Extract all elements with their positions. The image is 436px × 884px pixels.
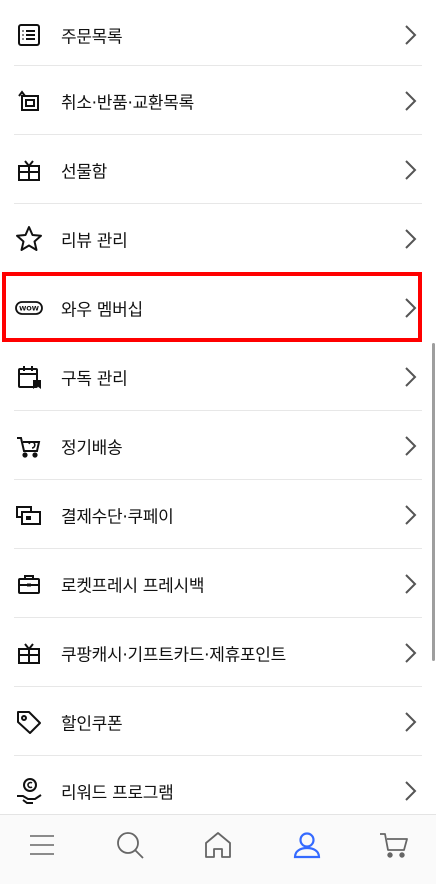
menu-item-fresh-bag[interactable]: 로켓프레시 프레시백: [0, 549, 436, 618]
menu-item-label: 리뷰 관리: [61, 231, 128, 251]
chevron-right-icon: [400, 365, 420, 389]
menu-item-label: 할인쿠폰: [61, 714, 123, 734]
chevron-right-icon: [400, 572, 420, 596]
fresh-bag-icon: [14, 569, 44, 599]
menu-item-label: 로켓프레시 프레시백: [61, 576, 205, 596]
profile-icon: [293, 832, 321, 859]
menu-item-label: 취소·반품·교환목록: [61, 93, 194, 113]
menu-item-review[interactable]: 리뷰 관리: [0, 204, 436, 273]
recurring-cart-icon: [14, 431, 44, 461]
menu-item-order-list[interactable]: 주문목록: [0, 0, 436, 69]
menu-item-label: 구독 관리: [61, 369, 128, 389]
menu-item-cancel-return[interactable]: 취소·반품·교환목록: [0, 66, 436, 135]
coupon-tag-icon: [14, 707, 44, 737]
chevron-right-icon: [400, 158, 420, 182]
menu-item-recurring-delivery[interactable]: 정기배송: [0, 411, 436, 480]
nav-search-button[interactable]: [113, 828, 147, 862]
menu-item-cash-giftcard[interactable]: 쿠팡캐시·기프트카드·제휴포인트: [0, 618, 436, 687]
payment-card-icon: [14, 500, 44, 530]
chevron-right-icon: [400, 779, 420, 803]
menu-item-subscription[interactable]: 구독 관리: [0, 342, 436, 411]
menu-item-label: 리워드 프로그램: [61, 783, 174, 803]
menu-item-label: 쿠팡캐시·기프트카드·제휴포인트: [61, 645, 286, 665]
chevron-right-icon: [400, 710, 420, 734]
chevron-right-icon: [400, 89, 420, 113]
nav-home-button[interactable]: [201, 828, 235, 862]
menu-item-label: 결제수단·쿠페이: [61, 507, 174, 527]
menu-item-payment[interactable]: 결제수단·쿠페이: [0, 480, 436, 549]
bottom-nav: [0, 814, 436, 884]
scrollbar[interactable]: [432, 343, 435, 661]
menu-icon: [30, 835, 54, 855]
gift-card-icon: [14, 638, 44, 668]
nav-menu-button[interactable]: [25, 828, 59, 862]
chevron-right-icon: [400, 503, 420, 527]
search-icon: [117, 832, 144, 859]
order-list-icon: [14, 20, 44, 50]
nav-profile-button[interactable]: [290, 828, 324, 862]
chevron-right-icon: [400, 641, 420, 665]
nav-cart-button[interactable]: [377, 828, 411, 862]
menu-item-label: 선물함: [61, 162, 108, 182]
menu-item-gift-box[interactable]: 선물함: [0, 135, 436, 204]
menu-item-coupon[interactable]: 할인쿠폰: [0, 687, 436, 756]
chevron-right-icon: [400, 227, 420, 251]
menu-item-label: 주문목록: [61, 27, 123, 47]
menu-item-label: 정기배송: [61, 438, 123, 458]
cart-icon: [380, 833, 408, 858]
return-icon: [14, 86, 44, 116]
subscription-calendar-icon: [14, 362, 44, 392]
highlight-box: [2, 272, 422, 342]
chevron-right-icon: [400, 434, 420, 458]
chevron-right-icon: [400, 23, 420, 47]
home-icon: [205, 832, 231, 858]
reward-coin-icon: [14, 776, 44, 806]
gift-box-icon: [14, 155, 44, 185]
star-icon: [14, 224, 44, 254]
